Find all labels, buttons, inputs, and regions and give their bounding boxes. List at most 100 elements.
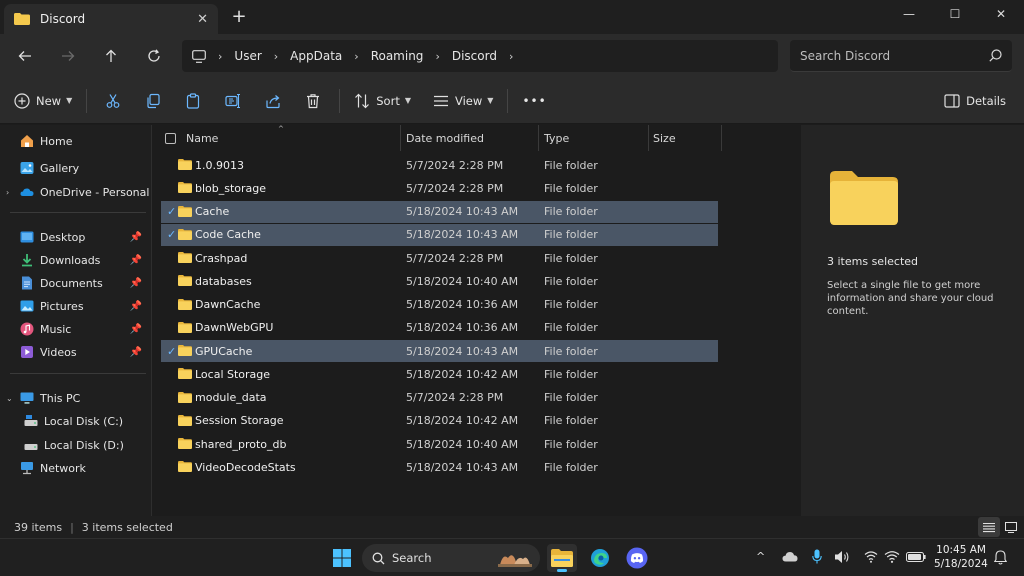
search-input[interactable] (800, 48, 989, 63)
sidebar-item-desktop[interactable]: Desktop 📌 (0, 226, 152, 248)
cloud-icon[interactable] (782, 551, 798, 562)
refresh-button[interactable] (140, 42, 168, 70)
close-tab-icon[interactable]: ✕ (197, 12, 208, 27)
sidebar-item-local-disk-d[interactable]: Local Disk (D:) (0, 434, 152, 456)
maximize-button[interactable]: ☐ (932, 0, 978, 28)
search-box[interactable] (790, 40, 1012, 72)
battery-icon[interactable] (906, 552, 926, 562)
discord-icon (626, 547, 648, 569)
delete-button[interactable] (293, 85, 333, 117)
show-hidden-icons[interactable]: ^ (756, 550, 765, 563)
more-options-button[interactable]: ••• (514, 85, 554, 117)
arrow-left-icon (18, 51, 31, 61)
table-row[interactable]: Crashpad 5/7/2024 2:28 PM File folder (161, 247, 718, 269)
table-row[interactable]: ✓ GPUCache 5/18/2024 10:43 AM File folder (161, 340, 718, 362)
file-name: Crashpad (195, 251, 248, 265)
up-button[interactable] (97, 42, 125, 70)
pin-icon[interactable]: 📌 (130, 232, 142, 243)
sidebar-item-videos[interactable]: Videos 📌 (0, 341, 152, 363)
table-row[interactable]: Session Storage 5/18/2024 10:42 AM File fo… (161, 410, 718, 432)
table-row[interactable]: module_data 5/7/2024 2:28 PM File folder (161, 387, 718, 409)
wifi-icon[interactable] (884, 550, 900, 563)
select-all-checkbox[interactable] (165, 132, 176, 144)
window-tab[interactable]: Discord ✕ (4, 4, 218, 34)
microphone-icon[interactable] (812, 549, 822, 564)
taskbar-file-explorer[interactable] (547, 544, 577, 572)
copy-icon (147, 93, 160, 108)
pin-icon[interactable]: 📌 (130, 255, 142, 266)
cut-button[interactable] (93, 85, 133, 117)
paste-button[interactable] (173, 85, 213, 117)
column-date-modified[interactable]: Date modified (401, 125, 539, 151)
pin-icon[interactable]: 📌 (130, 347, 142, 358)
table-row[interactable]: blob_storage 5/7/2024 2:28 PM File folder (161, 177, 718, 199)
sidebar-item-local-disk-c[interactable]: Local Disk (C:) (0, 410, 152, 432)
drive-icon (24, 415, 38, 426)
taskbar-clock[interactable]: 10:45 AM 5/18/2024 (934, 543, 988, 571)
sort-button[interactable]: Sort ▼ (346, 85, 419, 117)
table-row[interactable]: shared_proto_db 5/18/2024 10:40 AM File fo… (161, 433, 718, 455)
table-row[interactable]: 1.0.9013 5/7/2024 2:28 PM File folder (161, 154, 718, 176)
tab-title: Discord (40, 12, 86, 26)
pin-icon[interactable]: 📌 (130, 301, 142, 312)
sidebar-item-documents[interactable]: Documents 📌 (0, 272, 152, 294)
breadcrumb-user[interactable]: User (234, 49, 261, 63)
forward-button[interactable] (54, 42, 82, 70)
folder-icon (178, 391, 192, 403)
breadcrumb-appdata[interactable]: AppData (290, 49, 342, 63)
table-row[interactable]: databases 5/18/2024 10:40 AM File folder (161, 270, 718, 292)
taskbar-search[interactable]: Search (362, 544, 540, 572)
monitor-icon (192, 49, 206, 63)
file-name: DawnWebGPU (195, 321, 274, 335)
sidebar-item-gallery[interactable]: Gallery (0, 157, 152, 179)
breadcrumb-roaming[interactable]: Roaming (371, 49, 424, 63)
chevron-right-icon[interactable]: › (6, 188, 9, 197)
sidebar-item-network[interactable]: Network (0, 457, 152, 479)
new-tab-button[interactable]: + (228, 6, 250, 28)
sidebar-item-onedrive[interactable]: › OneDrive - Personal (0, 181, 152, 203)
tiles-view-button[interactable] (1000, 517, 1022, 537)
table-row[interactable]: ✓ Code Cache 5/18/2024 10:43 AM File folder (161, 223, 718, 246)
new-button[interactable]: New ▼ (6, 85, 80, 117)
copy-button[interactable] (133, 85, 173, 117)
sidebar-item-label: Pictures (40, 299, 84, 313)
table-row[interactable]: DawnWebGPU 5/18/2024 10:36 AM File folder (161, 317, 718, 339)
details-pane-button[interactable]: Details (936, 85, 1014, 117)
taskbar-discord[interactable] (622, 544, 652, 572)
column-type[interactable]: Type (539, 125, 649, 151)
breadcrumb[interactable]: › User › AppData › Roaming › Discord › (182, 40, 778, 72)
close-window-button[interactable]: ✕ (978, 0, 1024, 28)
sidebar-item-downloads[interactable]: Downloads 📌 (0, 249, 152, 271)
rename-button[interactable] (213, 85, 253, 117)
details-view-button[interactable] (978, 517, 1000, 537)
view-button[interactable]: View ▼ (425, 85, 501, 117)
sidebar-item-home[interactable]: Home (0, 130, 152, 152)
minimize-button[interactable]: — (886, 0, 932, 28)
column-size[interactable]: Size (649, 125, 722, 151)
table-row[interactable]: DawnCache 5/18/2024 10:36 AM File folder (161, 294, 718, 316)
table-row[interactable]: ✓ Cache 5/18/2024 10:43 AM File folder (161, 200, 718, 223)
speaker-icon[interactable] (834, 550, 850, 564)
share-button[interactable] (253, 85, 293, 117)
file-name: Local Storage (195, 367, 271, 381)
file-explorer-icon (551, 549, 573, 567)
pin-icon[interactable]: 📌 (130, 278, 142, 289)
file-type: File folder (544, 298, 598, 311)
back-button[interactable] (11, 42, 39, 70)
column-name[interactable]: Name (153, 125, 401, 151)
network-status-icon[interactable] (864, 550, 878, 563)
taskbar-edge[interactable] (585, 544, 615, 572)
windows-start-icon[interactable] (330, 546, 354, 570)
table-row[interactable]: VideoDecodeStats 5/18/2024 10:43 AM File f… (161, 456, 718, 478)
pin-icon[interactable]: 📌 (130, 324, 142, 335)
file-list: ^ Name Date modified Type Size 1.0.9013 5… (153, 125, 801, 516)
notification-bell-icon[interactable] (994, 550, 1007, 565)
breadcrumb-discord[interactable]: Discord (452, 49, 497, 63)
sidebar-item-music[interactable]: Music 📌 (0, 318, 152, 340)
column-header: ^ Name Date modified Type Size (153, 125, 801, 151)
chevron-right-icon[interactable]: › (509, 50, 513, 63)
table-row[interactable]: Local Storage 5/18/2024 10:42 AM File fold… (161, 363, 718, 385)
sidebar-item-pictures[interactable]: Pictures 📌 (0, 295, 152, 317)
sidebar-item-this-pc[interactable]: ⌄ This PC (0, 387, 152, 409)
chevron-down-icon[interactable]: ⌄ (6, 394, 13, 403)
